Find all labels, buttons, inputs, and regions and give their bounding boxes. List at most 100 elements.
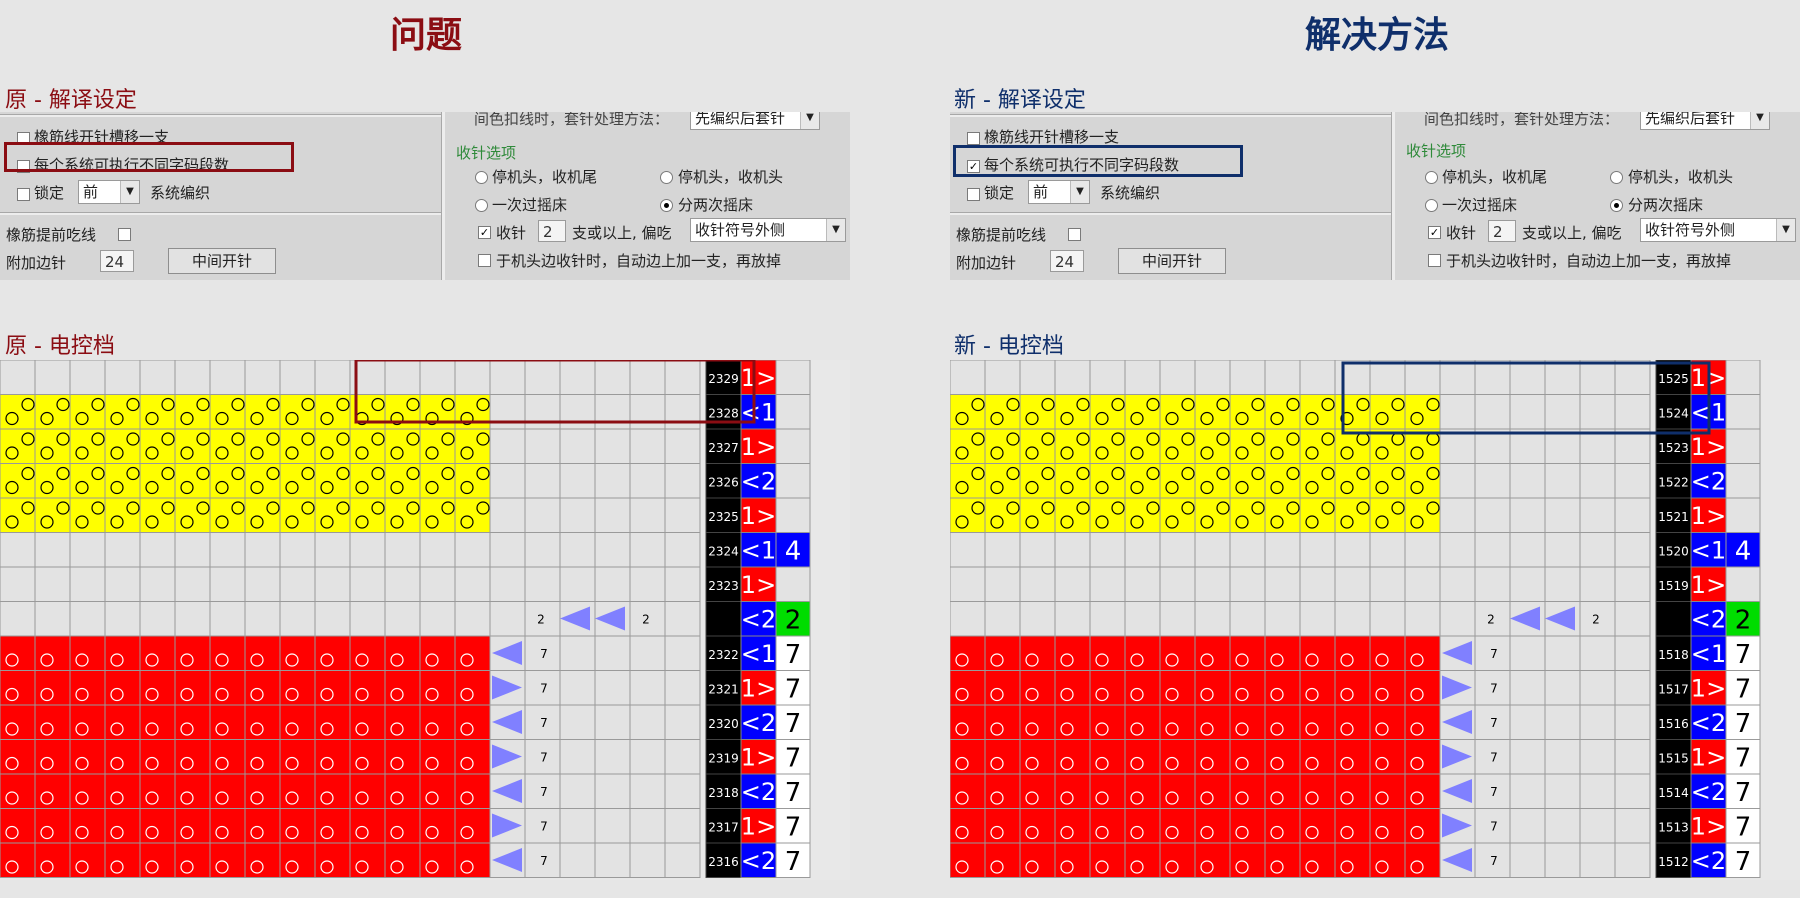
grid-cell bbox=[1334, 670, 1371, 706]
grid-cell bbox=[384, 532, 421, 568]
grid-cell bbox=[594, 739, 631, 775]
grid-cell bbox=[950, 601, 986, 637]
grid-cell bbox=[174, 463, 211, 499]
lock-checkbox[interactable] bbox=[17, 188, 30, 201]
grid-cell bbox=[1299, 635, 1336, 671]
grid-cell bbox=[1019, 394, 1056, 430]
radio-stop-head-tail[interactable] bbox=[475, 171, 488, 184]
system-cell bbox=[1725, 360, 1761, 395]
radio-two-rack[interactable] bbox=[660, 199, 673, 212]
row-number: 2318 bbox=[708, 786, 739, 800]
grid-cell bbox=[1509, 704, 1546, 740]
grid-cell bbox=[209, 497, 246, 533]
grid-cell bbox=[1194, 635, 1231, 671]
grid-cell bbox=[1194, 532, 1231, 568]
grid-cell bbox=[139, 704, 176, 740]
narrowing-checkbox[interactable]: ✓ bbox=[478, 226, 491, 239]
lock-select[interactable]: 前 ▼ bbox=[78, 180, 140, 204]
grid-cell bbox=[384, 635, 421, 671]
grid-cell bbox=[1159, 463, 1196, 499]
grid-cell bbox=[1194, 394, 1231, 430]
grid-cell bbox=[104, 360, 141, 395]
lock-checkbox[interactable] bbox=[967, 188, 980, 201]
grid-cell bbox=[454, 704, 491, 740]
narrowing-symbol-select[interactable]: 收针符号外侧 ▼ bbox=[690, 218, 846, 242]
grid-cell bbox=[1369, 601, 1406, 637]
grid-cell bbox=[559, 842, 596, 878]
narrowing-count-field[interactable]: 2 bbox=[538, 220, 566, 242]
grid-cell bbox=[489, 566, 526, 602]
extra-needle-field[interactable]: 24 bbox=[100, 250, 134, 272]
grid-cell bbox=[1019, 463, 1056, 499]
system-cell bbox=[775, 497, 811, 533]
narrowing-checkbox[interactable]: ✓ bbox=[1428, 226, 1441, 239]
transfer-method-select[interactable]: 先编织后套针 ▼ bbox=[690, 112, 820, 130]
grid-cell bbox=[489, 394, 526, 430]
lock-select[interactable]: 前 ▼ bbox=[1028, 180, 1090, 204]
grid-cell bbox=[1089, 497, 1126, 533]
grid-cell bbox=[139, 739, 176, 775]
auto-add-label: 于机头边收针时，自动边上加一支，再放掉 bbox=[496, 252, 782, 270]
grid-cell bbox=[1614, 670, 1651, 706]
rubber-early-checkbox[interactable] bbox=[1068, 228, 1081, 241]
grid-cell bbox=[664, 635, 701, 671]
rubber-shift-checkbox[interactable] bbox=[967, 132, 980, 145]
carriage-label: 7 bbox=[1490, 785, 1498, 799]
grid-cell bbox=[1264, 635, 1301, 671]
grid-cell bbox=[419, 497, 456, 533]
grid-cell bbox=[1369, 739, 1406, 775]
middle-open-needle-button[interactable]: 中间开针 bbox=[1118, 248, 1226, 274]
row-number: 2329 bbox=[708, 372, 739, 386]
rubber-early-checkbox[interactable] bbox=[118, 228, 131, 241]
grid-cell bbox=[349, 773, 386, 809]
grid-cell bbox=[984, 463, 1021, 499]
narrowing-count-field[interactable]: 2 bbox=[1488, 220, 1516, 242]
radio-stop-head-head[interactable] bbox=[1610, 171, 1623, 184]
grid-cell bbox=[559, 394, 596, 430]
system-cell bbox=[775, 428, 811, 464]
grid-cell bbox=[1579, 394, 1616, 430]
system-value: 7 bbox=[1735, 744, 1752, 774]
radio-one-rack[interactable] bbox=[1425, 199, 1438, 212]
auto-add-checkbox[interactable] bbox=[1428, 254, 1441, 267]
grid-cell bbox=[1194, 773, 1231, 809]
grid-cell bbox=[0, 394, 36, 430]
grid-cell bbox=[384, 566, 421, 602]
grid-cell bbox=[1194, 842, 1231, 878]
grid-cell bbox=[1019, 808, 1056, 844]
grid-cell bbox=[244, 842, 281, 878]
narrowing-symbol-select[interactable]: 收针符号外侧 ▼ bbox=[1640, 218, 1796, 242]
grid-cell bbox=[244, 601, 281, 637]
grid-cell bbox=[34, 739, 71, 775]
grid-cell bbox=[104, 566, 141, 602]
auto-add-checkbox[interactable] bbox=[478, 254, 491, 267]
radio-stop-head-tail[interactable] bbox=[1425, 171, 1438, 184]
grid-cell bbox=[664, 428, 701, 464]
transfer-method-label: 间色扣线时，套针处理方法： bbox=[474, 112, 670, 128]
grid-cell bbox=[104, 773, 141, 809]
grid-cell bbox=[594, 704, 631, 740]
grid-cell bbox=[559, 773, 596, 809]
grid-cell bbox=[950, 635, 986, 671]
system-value: 2 bbox=[1735, 606, 1752, 636]
grid-cell bbox=[1089, 808, 1126, 844]
radio-one-rack[interactable] bbox=[475, 199, 488, 212]
grid-cell bbox=[1544, 842, 1581, 878]
system-cell bbox=[775, 463, 811, 499]
grid-cell bbox=[314, 635, 351, 671]
middle-open-needle-button[interactable]: 中间开针 bbox=[168, 248, 276, 274]
grid-cell bbox=[594, 635, 631, 671]
grid-cell bbox=[1229, 360, 1266, 395]
grid-cell bbox=[1229, 428, 1266, 464]
grid-cell bbox=[594, 428, 631, 464]
grid-cell bbox=[69, 670, 106, 706]
transfer-method-select[interactable]: 先编织后套针 ▼ bbox=[1640, 112, 1770, 130]
system-value: 7 bbox=[785, 744, 802, 774]
radio-stop-head-head[interactable] bbox=[660, 171, 673, 184]
grid-cell bbox=[524, 463, 561, 499]
original-settings-panel: 橡筋线开针槽移一支 每个系统可执行不同字码段数 锁定 前 ▼ 系统编织 橡筋提前吃… bbox=[0, 112, 850, 280]
extra-needle-field[interactable]: 24 bbox=[1050, 250, 1084, 272]
grid-cell bbox=[174, 394, 211, 430]
radio-two-rack[interactable] bbox=[1610, 199, 1623, 212]
grid-cell bbox=[1264, 808, 1301, 844]
